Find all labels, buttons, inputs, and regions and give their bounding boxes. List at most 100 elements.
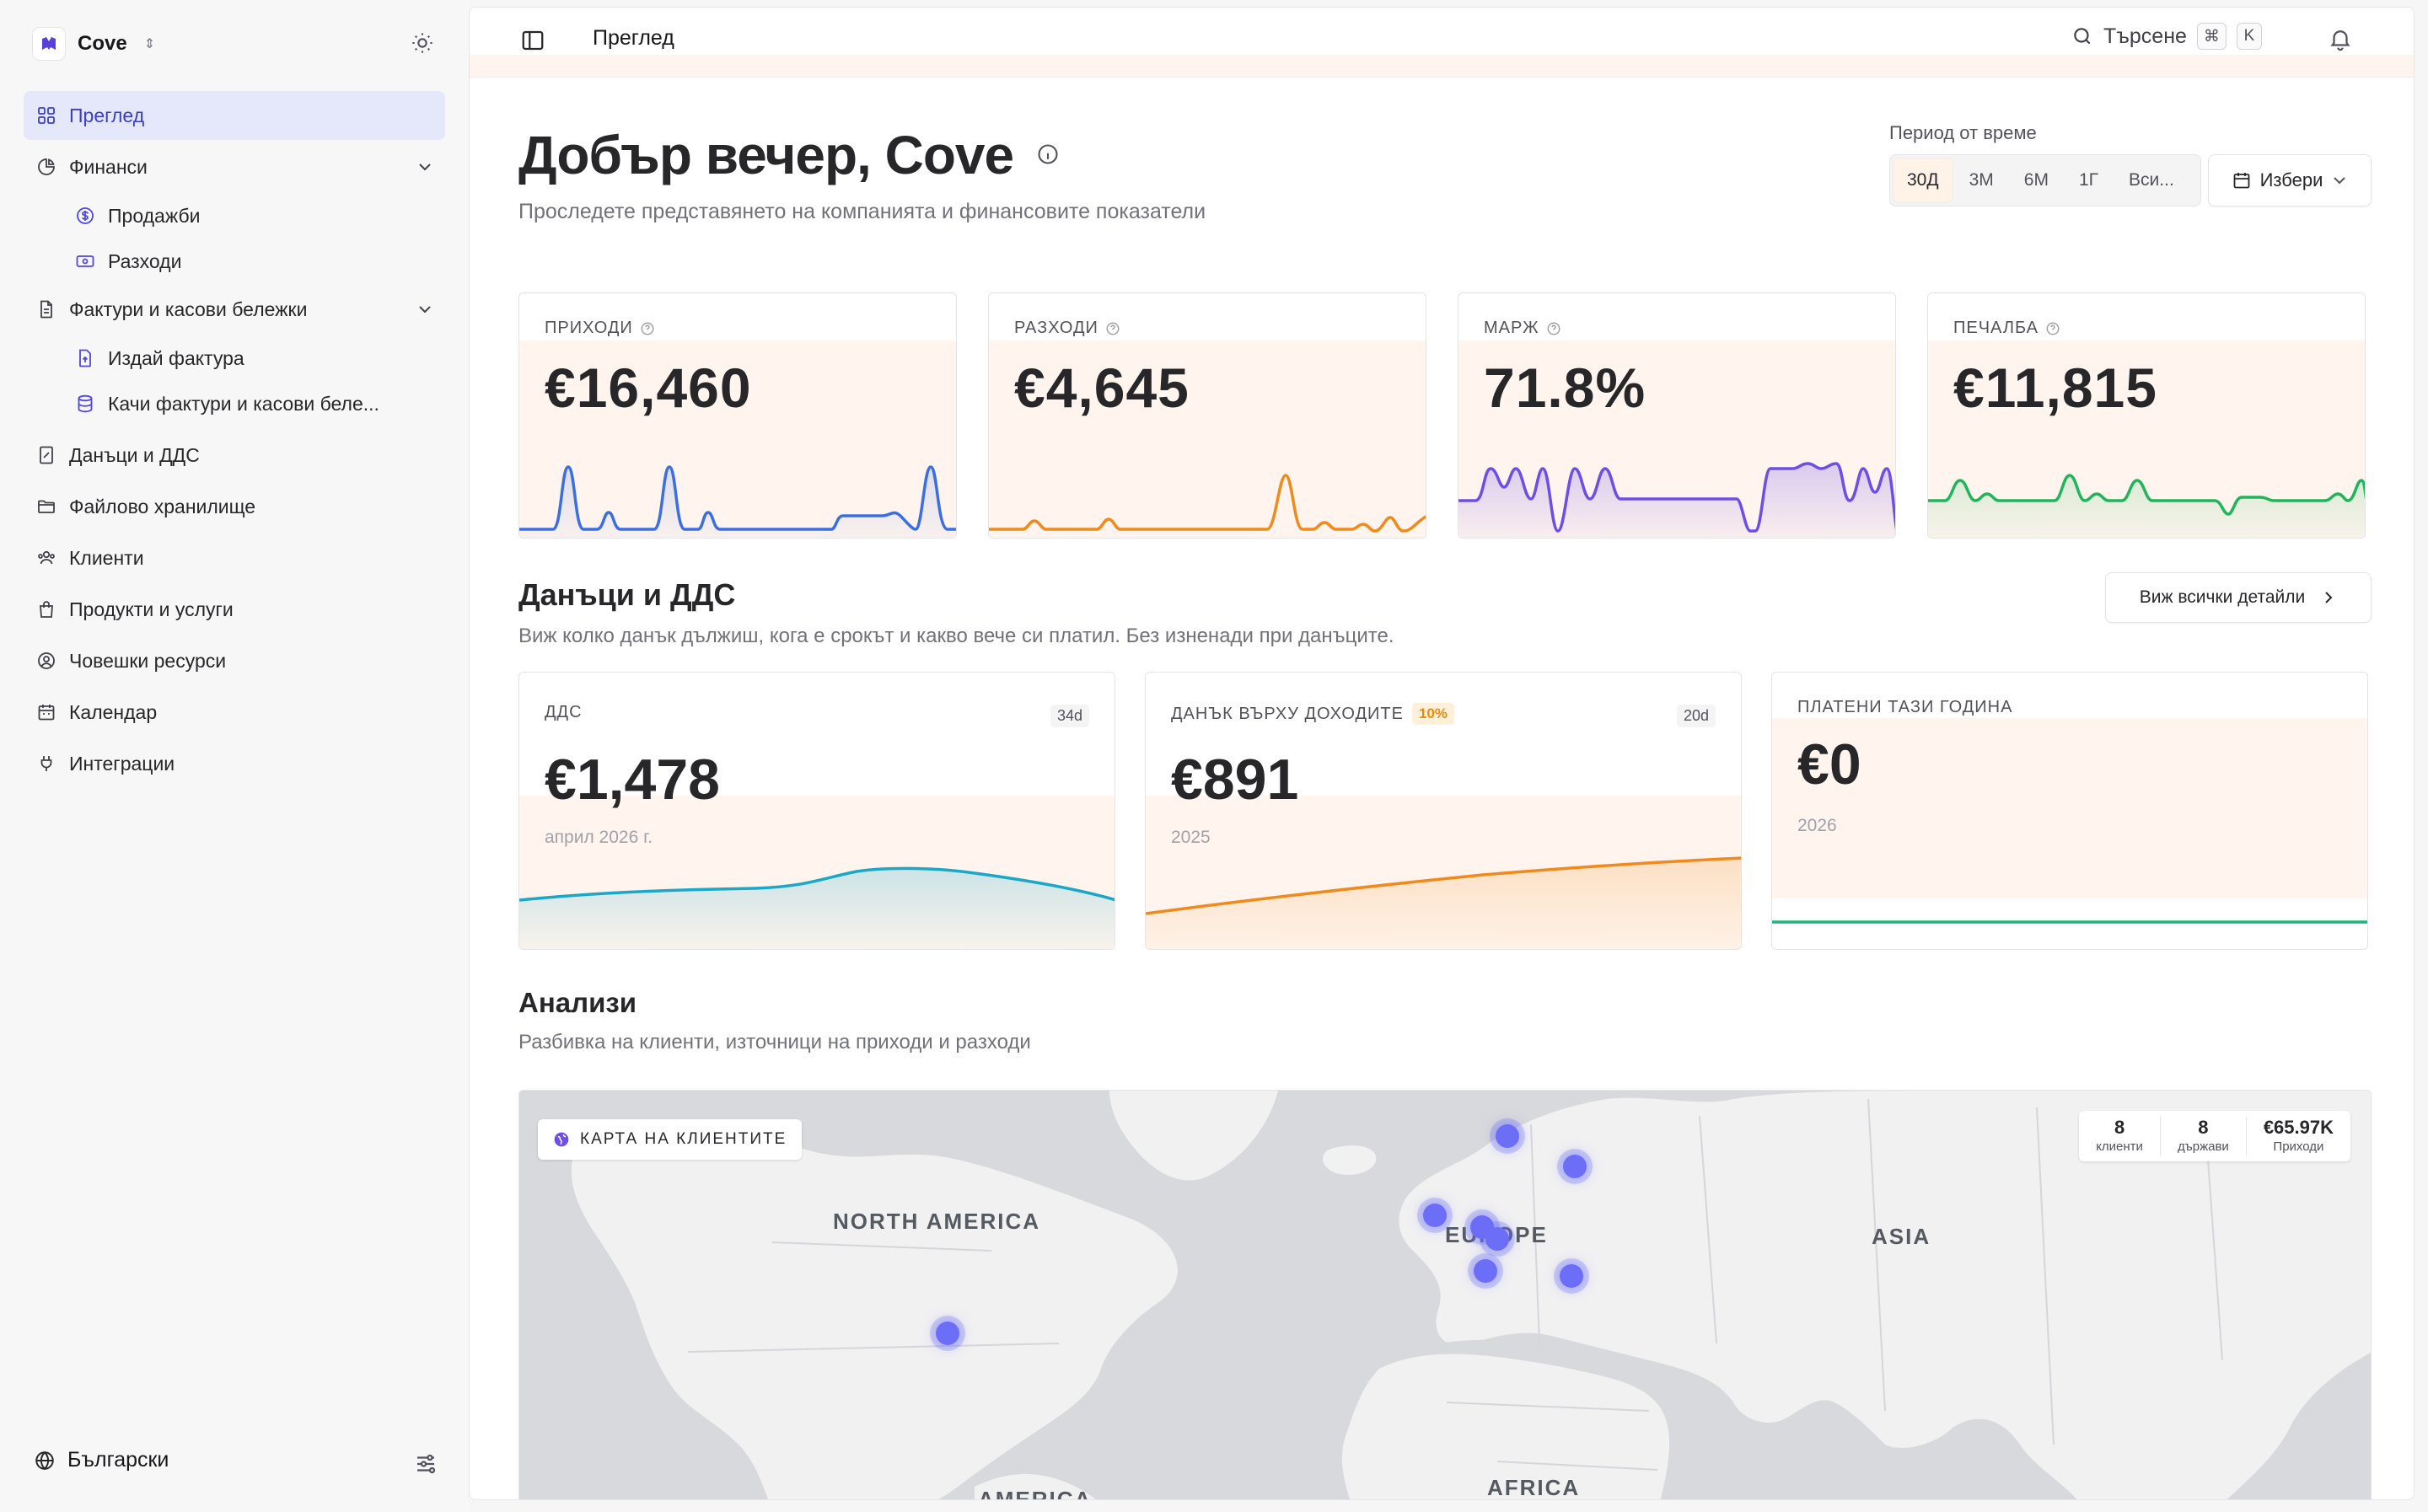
theme-toggle-sun-icon[interactable] [408,29,437,57]
grid-icon [35,105,57,126]
period-1y-button[interactable]: 1Г [2065,158,2112,202]
help-icon[interactable] [1546,321,1561,336]
search-label: Търсене [2103,24,2187,48]
stat-value: €65.97K [2263,1117,2334,1138]
sidebar-item-issue-invoice[interactable]: Издай фактура [24,336,445,380]
sidebar-item-overview[interactable]: Преглед [24,91,445,140]
sidebar-item-file-storage[interactable]: Файлово хранилище [24,482,445,531]
sidebar-item-label: Файлово хранилище [69,495,256,517]
client-map-chip-label: КАРТА НА КЛИЕНТИТЕ [580,1130,787,1148]
kpi-label-text: РАЗХОДИ [1014,319,1099,337]
sliders-icon[interactable] [413,1451,438,1477]
breadcrumb: Преглед [593,26,674,50]
period-all-button[interactable]: Вси... [2115,158,2188,202]
view-all-details-label: Виж всички детайли [2139,587,2306,607]
workspace-name: Cove [78,32,127,55]
income-tax-trend-chart [1146,856,1741,949]
document-icon [35,298,57,320]
taxes-section-title: Данъци и ДДС [518,577,736,612]
client-location-pin[interactable] [1474,1259,1497,1283]
sidebar-item-hr[interactable]: Човешки ресурси [24,636,445,685]
kpi-value: €4,645 [1014,357,1190,419]
database-icon [74,393,96,415]
days-remaining-badge: 34d [1050,705,1089,727]
sidebar-item-label: Данъци и ДДС [69,443,200,466]
info-icon[interactable] [1036,142,1060,166]
tax-card-income-tax[interactable]: ДАНЪК ВЪРХУ ДОХОДИТЕ 10% 20d €891 2025 [1145,672,1742,950]
client-location-pin[interactable] [1563,1155,1587,1178]
calendar-icon [2233,173,2250,189]
sidebar-item-products[interactable]: Продукти и услуги [24,585,445,634]
tax-rate-badge: 10% [1411,703,1454,725]
client-location-pin[interactable] [1496,1124,1519,1148]
user-circle-icon [35,650,57,672]
period-3m-button[interactable]: 3М [1956,158,2007,202]
sidebar-item-integrations[interactable]: Интеграции [24,739,445,788]
tax-label: ДАНЪК ВЪРХУ ДОХОДИТЕ 10% [1171,703,1454,725]
sidebar-item-invoices[interactable]: Фактури и касови бележки [24,285,445,334]
sidebar-item-expenses[interactable]: Разходи [24,239,445,283]
chevron-down-icon[interactable] [416,158,433,175]
taxes-section-subtitle: Виж колко данък дължиш, кога е срокът и … [518,625,1394,647]
client-location-pin[interactable] [1560,1264,1583,1288]
calendar-icon [35,701,57,723]
tax-card-paid-this-year[interactable]: ПЛАТЕНИ ТАЗИ ГОДИНА €0 2026 [1771,672,2368,950]
client-location-pin[interactable] [1423,1204,1447,1227]
sidebar-item-clients[interactable]: Клиенти [24,533,445,582]
client-location-pin[interactable] [936,1322,959,1345]
folder-icon [35,496,57,517]
sidebar-item-label: Издай фактура [108,346,244,369]
client-map[interactable]: NORTH AMERICA EUROPE ASIA AFRICA AMERICA… [518,1090,2372,1500]
help-icon[interactable] [640,321,655,336]
kpi-label: ПЕЧАЛБА [1953,319,2060,338]
sidebar-item-calendar[interactable]: Календар [24,688,445,737]
sidebar-nav: Преглед Финанси Продажби Разходи Фактури… [24,91,445,791]
kpi-card-profit[interactable]: ПЕЧАЛБА €11,815 [1927,292,2366,539]
kpi-label: ПРИХОДИ [545,319,655,338]
search-button[interactable]: Търсене ⌘ K [2071,23,2262,50]
stat-revenue: €65.97K Приходи [2247,1117,2350,1155]
kpi-card-expenses[interactable]: РАЗХОДИ €4,645 [988,292,1426,539]
workspace-switcher[interactable]: Cove ⇕ [32,25,155,62]
stat-label: държави [2177,1139,2229,1154]
kpi-value: €11,815 [1953,357,2157,419]
chevron-right-icon [2325,592,2333,603]
kpi-label-text: ПЕЧАЛБА [1953,319,2039,337]
sidebar-item-taxes[interactable]: Данъци и ДДС [24,431,445,480]
kpi-card-revenue[interactable]: ПРИХОДИ €16,460 [518,292,957,539]
view-all-details-button[interactable]: Виж всички детайли [2105,572,2372,623]
stat-value: 8 [2198,1117,2209,1138]
sidebar-item-label: Преглед [69,104,145,126]
sidebar: Cove ⇕ Преглед Финанси Продажби Разходи … [0,0,469,1512]
region-label: AFRICA [1487,1475,1581,1500]
sidebar-toggle-icon[interactable] [520,28,545,53]
kpi-label-text: МАРЖ [1484,319,1539,337]
help-icon[interactable] [2045,321,2060,336]
sidebar-item-finance[interactable]: Финанси [24,142,445,191]
chevron-down-icon[interactable] [416,301,433,318]
file-upload-icon [74,347,96,369]
tax-period: април 2026 г. [545,828,653,847]
sidebar-item-label: Качи фактури и касови беле... [108,392,379,415]
date-picker-button[interactable]: Избери [2208,154,2372,206]
kpi-card-margin[interactable]: МАРЖ 71.8% [1458,292,1896,539]
client-location-pin[interactable] [1485,1227,1509,1251]
period-6m-button[interactable]: 6М [2011,158,2062,202]
revenue-sparkline [519,465,956,538]
tax-card-vat[interactable]: ДДС 34d €1,478 април 2026 г. [518,672,1115,950]
stat-value: 8 [2114,1117,2125,1138]
sidebar-item-label: Календар [69,700,158,723]
language-selector[interactable]: Български [34,1448,169,1472]
client-map-chip: КАРТА НА КЛИЕНТИТЕ [538,1119,803,1160]
tax-value: €0 [1797,732,1861,796]
sidebar-item-label: Интеграции [69,752,175,775]
bell-icon[interactable] [2328,26,2353,51]
period-30d-button[interactable]: 30Д [1894,158,1953,202]
banknote-icon [74,250,96,272]
globe-icon [554,1132,569,1147]
sidebar-item-sales[interactable]: Продажби [24,194,445,238]
sidebar-item-upload-receipts[interactable]: Качи фактури и касови беле... [24,382,445,426]
region-label: AMERICA [978,1487,1093,1500]
help-icon[interactable] [1105,321,1120,336]
chevron-down-icon [2334,177,2346,185]
